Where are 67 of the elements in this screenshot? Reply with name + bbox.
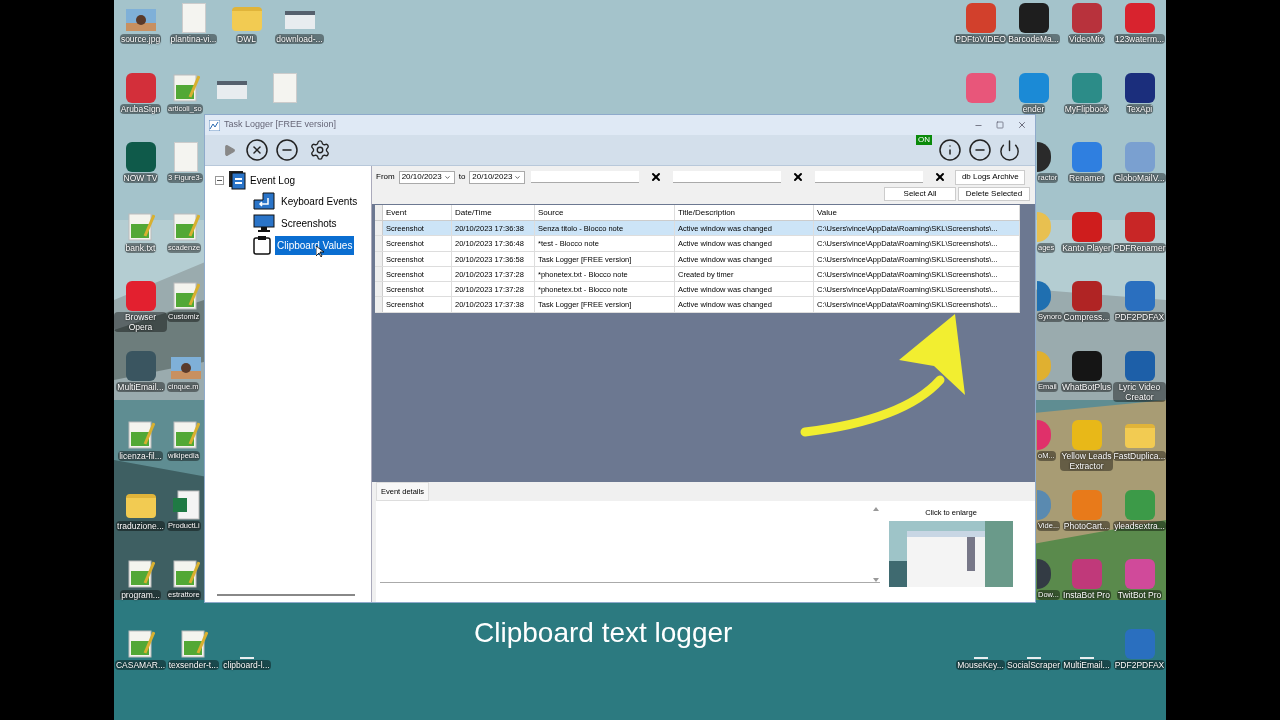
caret-icon	[514, 173, 522, 181]
video-caption: Clipboard text logger	[474, 616, 733, 650]
tree-item[interactable]: Clipboard Values	[275, 235, 355, 255]
close-icon	[1017, 120, 1027, 130]
return-key-icon	[253, 192, 275, 210]
tree-item[interactable]: Screenshots	[279, 213, 339, 233]
text-file-icon[interactable]	[126, 420, 155, 450]
select-all-button[interactable]: Select All	[884, 187, 956, 201]
horizontal-scrollbar[interactable]	[217, 594, 355, 596]
power-button[interactable]	[998, 138, 1021, 162]
shortcut-mark-icon	[1026, 656, 1041, 659]
delete-selected-button[interactable]: Delete Selected	[958, 187, 1030, 201]
column-header[interactable]: Value	[814, 205, 1020, 220]
column-header[interactable]: Title/Description	[675, 205, 814, 220]
spreadsheet-icon[interactable]	[172, 489, 200, 520]
text-file-icon[interactable]	[179, 628, 208, 659]
shortcut-mark-icon	[239, 656, 254, 659]
tree-item[interactable]: Event Log	[250, 172, 296, 188]
status-badge: ON	[916, 135, 932, 145]
app-logo-icon	[209, 119, 220, 131]
document-icon[interactable]	[174, 142, 198, 172]
scroll-down-icon[interactable]	[873, 578, 879, 583]
archive-button[interactable]: db Logs Archive	[955, 169, 1026, 185]
text-file-icon[interactable]	[172, 559, 200, 589]
document-icon[interactable]	[181, 3, 206, 33]
scroll-up-icon[interactable]	[873, 507, 879, 512]
stop-button[interactable]	[245, 138, 269, 162]
clipboard-icon	[253, 235, 271, 255]
to-label: to	[458, 171, 466, 183]
icon-label[interactable]: Lyric Video Creator	[1113, 381, 1166, 402]
image-icon[interactable]	[171, 356, 201, 379]
window-icon[interactable]	[284, 11, 315, 29]
input-field[interactable]	[815, 171, 924, 183]
caret-icon	[443, 173, 451, 181]
input-field[interactable]	[673, 171, 782, 183]
text-file-icon[interactable]	[126, 559, 155, 589]
info-button[interactable]	[938, 138, 962, 162]
icon-label[interactable]: Browser Opera	[114, 312, 167, 332]
shortcut-mark-icon	[1079, 656, 1094, 659]
column-header[interactable]: Source	[535, 205, 675, 220]
column-header[interactable]: Date/Time	[452, 205, 535, 220]
settings-button[interactable]	[309, 139, 331, 161]
app-icon[interactable]	[1071, 281, 1102, 311]
remove-button[interactable]	[275, 138, 299, 162]
window-title: Task Logger [FREE version]	[224, 118, 337, 132]
text-file-icon[interactable]	[172, 281, 200, 311]
log-icon	[228, 170, 246, 190]
from-label: From	[376, 171, 395, 183]
text-file-icon[interactable]	[126, 211, 155, 242]
maximize-icon	[996, 121, 1004, 129]
text-file-icon[interactable]	[172, 72, 200, 103]
text-file-icon[interactable]	[126, 628, 155, 659]
expand-toggle[interactable]	[215, 175, 224, 185]
tree-item[interactable]: Keyboard Events	[279, 191, 360, 211]
date-picker[interactable]: 20/10/2023	[398, 170, 455, 184]
shortcut-mark-icon	[973, 656, 988, 659]
text-file-icon[interactable]	[172, 211, 200, 242]
app-icon[interactable]	[125, 142, 156, 172]
minimize-to-tray-button[interactable]	[968, 138, 992, 162]
monitor-icon	[253, 214, 275, 232]
app-icon[interactable]	[1018, 3, 1049, 33]
text-file-icon[interactable]	[172, 420, 200, 450]
input-field[interactable]	[531, 171, 640, 183]
date-picker[interactable]: 20/10/2023	[469, 170, 526, 184]
icon-label[interactable]: Yellow Leads Extractor	[1060, 451, 1113, 471]
column-header[interactable]: Event	[383, 205, 452, 220]
image-icon[interactable]	[125, 9, 156, 31]
